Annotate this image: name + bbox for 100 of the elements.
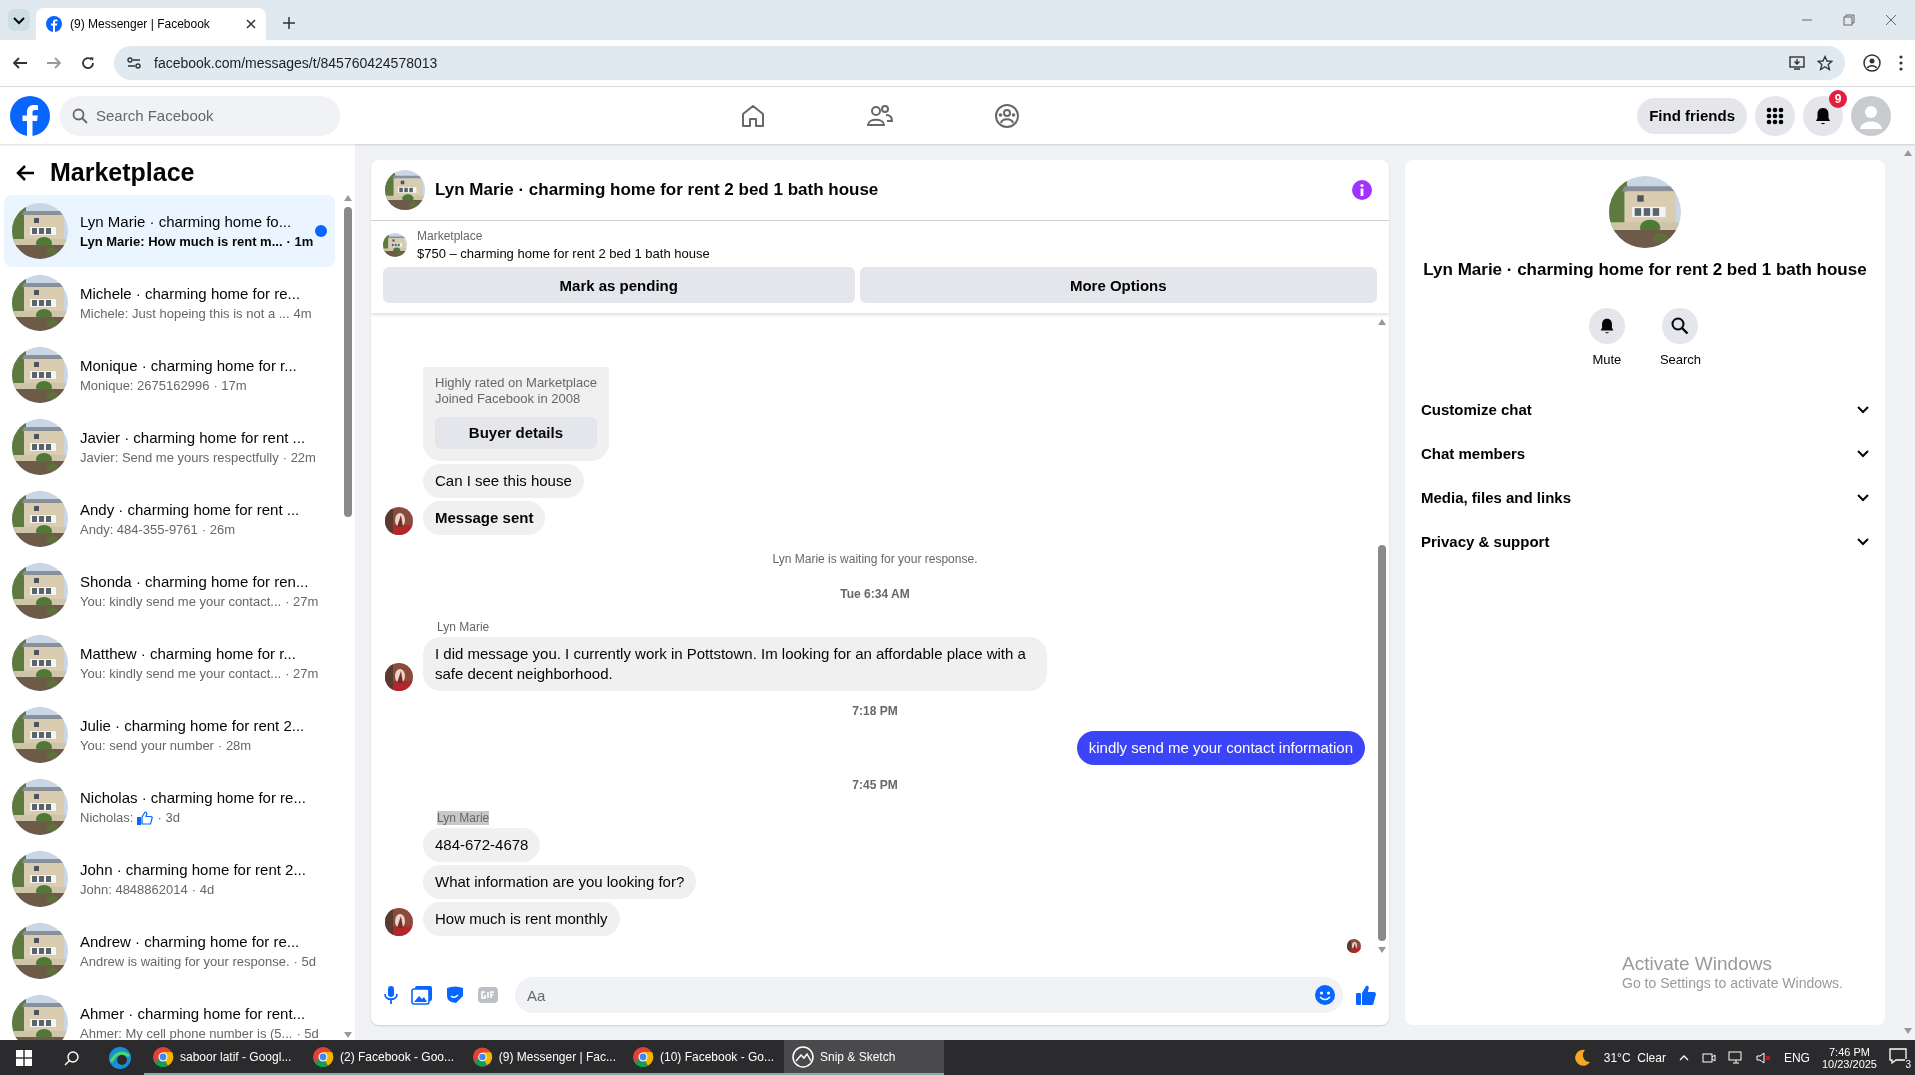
scroll-up-icon[interactable] bbox=[344, 195, 352, 201]
close-icon[interactable] bbox=[246, 19, 256, 29]
groups-icon[interactable] bbox=[994, 102, 1020, 129]
find-friends-button[interactable]: Find friends bbox=[1637, 97, 1747, 134]
notification-badge: 9 bbox=[1829, 89, 1847, 108]
meet-icon[interactable] bbox=[1701, 1050, 1716, 1065]
conversation-name: Lyn Marie · charming home for rent 2 bed 1 bath house bbox=[1423, 260, 1867, 280]
message-preview: You: kindly send me your contact... bbox=[80, 594, 282, 609]
listing-title[interactable]: $750 – charming home for rent 2 bed 1 bath house bbox=[417, 246, 710, 261]
buyer-details-button[interactable]: Buyer details bbox=[435, 417, 597, 449]
taskbar-app[interactable]: (10) Facebook - Go... bbox=[624, 1040, 784, 1075]
activation-title: Activate Windows bbox=[1622, 953, 1773, 975]
conversation-title: Andrew · charming home for re... bbox=[80, 933, 301, 950]
message-time: · 22m bbox=[282, 450, 316, 465]
grid-icon bbox=[1766, 106, 1784, 125]
back-icon[interactable] bbox=[12, 55, 28, 71]
conversation-title: Shonda · charming home for ren... bbox=[80, 573, 310, 590]
details-section[interactable]: Chat members bbox=[1419, 431, 1871, 475]
restore-icon[interactable] bbox=[1843, 14, 1855, 26]
chrome-icon bbox=[472, 1045, 493, 1068]
chrome-icon bbox=[152, 1045, 174, 1068]
listing-action-button[interactable]: More Options bbox=[859, 267, 1377, 303]
new-tab-icon[interactable] bbox=[282, 16, 296, 30]
timestamp: 7:18 PM bbox=[851, 704, 899, 718]
conversation-item[interactable]: Javier · charming home for rent ... Javier: Send me yours respectfully · 22m bbox=[4, 411, 335, 483]
network-icon[interactable] bbox=[1727, 1050, 1744, 1065]
forward-icon[interactable] bbox=[46, 55, 62, 71]
conversation-item[interactable]: John · charming home for rent 2... John: 4848862014 · 4d bbox=[4, 843, 335, 915]
listing-action-button[interactable]: Mark as pending bbox=[383, 267, 855, 303]
back-icon[interactable] bbox=[16, 162, 36, 183]
install-app-icon[interactable] bbox=[1789, 55, 1805, 71]
menu-button[interactable] bbox=[1755, 95, 1795, 136]
message-preview: Andrew is waiting for your response. bbox=[80, 954, 290, 969]
taskbar-app[interactable]: (2) Facebook - Goo... bbox=[304, 1040, 464, 1075]
scroll-down-icon[interactable] bbox=[344, 1032, 352, 1038]
scroll-up-icon[interactable] bbox=[1903, 150, 1912, 156]
clock[interactable]: 7:46 PM 10/23/2025 bbox=[1821, 1045, 1877, 1070]
conversation-item[interactable]: Monique · charming home for r... Monique: 2675162996 · 17m bbox=[4, 339, 335, 411]
message-bubble: kindly send me your contact information bbox=[1076, 731, 1365, 765]
notification-count: 3 bbox=[1905, 1059, 1911, 1070]
message-icon bbox=[1889, 1047, 1907, 1065]
conversation-item[interactable]: Michele · charming home for re... Michele: Just hopeing this is not a ... 4m bbox=[4, 267, 335, 339]
browser-icon[interactable] bbox=[108, 1045, 132, 1070]
notifications-button[interactable] bbox=[1803, 95, 1843, 136]
message-preview: You: send your number bbox=[80, 738, 214, 753]
language-indicator[interactable]: ENG bbox=[1783, 1050, 1810, 1065]
scroll-down-icon[interactable] bbox=[1378, 947, 1386, 953]
message-time: 4m bbox=[293, 306, 312, 321]
star-icon[interactable] bbox=[1817, 55, 1833, 71]
scroll-down-icon[interactable] bbox=[1903, 1028, 1912, 1034]
photo-icon[interactable] bbox=[411, 985, 433, 1005]
message-time: · 3d bbox=[157, 810, 180, 825]
site-settings-icon[interactable] bbox=[126, 55, 142, 71]
message-bubble: How much is rent monthly bbox=[423, 902, 620, 936]
emoji-icon[interactable] bbox=[1314, 984, 1336, 1006]
thumbs-up-icon[interactable] bbox=[1355, 984, 1377, 1006]
details-section[interactable]: Media, files and links bbox=[1419, 475, 1871, 519]
chrome-icon bbox=[312, 1045, 334, 1068]
conversation-item[interactable]: Andy · charming home for rent ... Andy: 484-355-9761 · 26m bbox=[4, 483, 335, 555]
details-section[interactable]: Privacy & support bbox=[1419, 519, 1871, 563]
taskbar-app[interactable]: (9) Messenger | Fac... bbox=[464, 1040, 624, 1075]
message-time: · 27m bbox=[285, 666, 319, 681]
conversation-item[interactable]: Matthew · charming home for r... You: kindly send me your contact... · 27m bbox=[4, 627, 335, 699]
taskbar-app[interactable]: saboor latif - Googl... bbox=[144, 1040, 304, 1075]
sticker-icon[interactable] bbox=[445, 985, 465, 1005]
details-section[interactable]: Customize chat bbox=[1419, 387, 1871, 431]
message-bubble: 484-672-4678 bbox=[423, 828, 541, 862]
search-icon[interactable] bbox=[64, 1049, 80, 1066]
search-field[interactable]: Search Facebook bbox=[60, 95, 340, 136]
message-input[interactable]: Aa bbox=[515, 977, 1343, 1013]
facebook-logo[interactable] bbox=[10, 95, 50, 136]
conversation-item[interactable]: Shonda · charming home for ren... You: kindly send me your contact... · 27m bbox=[4, 555, 335, 627]
conversation-title: Ahmer · charming home for rent... bbox=[80, 1005, 307, 1022]
listing-label: Marketplace bbox=[417, 229, 484, 243]
scroll-up-icon[interactable] bbox=[1378, 319, 1386, 325]
message-time: · 17m bbox=[213, 378, 247, 393]
message-bubble: I did message you. I currently work in Pottstown. Im looking for an affordable place with a safe decent neighborhood. bbox=[423, 637, 1047, 691]
info-icon[interactable] bbox=[1351, 179, 1373, 201]
scrollbar-thumb[interactable] bbox=[1378, 545, 1386, 941]
microphone-icon[interactable] bbox=[383, 985, 399, 1005]
sender-name: Lyn Marie bbox=[437, 811, 490, 825]
message-time: · 1m bbox=[286, 234, 314, 249]
profile-icon[interactable] bbox=[1863, 54, 1881, 72]
tab-list-button[interactable] bbox=[8, 9, 30, 31]
friends-icon[interactable] bbox=[866, 102, 894, 129]
conversation-item[interactable]: Nicholas · charming home for re... Nicholas: · 3d bbox=[4, 771, 335, 843]
scrollbar-thumb[interactable] bbox=[344, 207, 352, 517]
more-icon[interactable] bbox=[1899, 55, 1903, 71]
muted-speaker-icon[interactable] bbox=[1755, 1050, 1772, 1065]
conversation-item[interactable]: Julie · charming home for rent 2... You: send your number · 28m bbox=[4, 699, 335, 771]
activation-text: Go to Settings to activate Windows. bbox=[1622, 975, 1843, 991]
taskbar-app[interactable]: Snip & Sketch bbox=[784, 1040, 944, 1075]
weather-text[interactable]: 31°C Clear bbox=[1603, 1050, 1666, 1065]
conversation-item[interactable]: Andrew · charming home for re... Andrew is waiting for your response. · 5d bbox=[4, 915, 335, 987]
timestamp: Tue 6:34 AM bbox=[839, 587, 911, 601]
home-icon[interactable] bbox=[740, 102, 766, 129]
browser-tab[interactable]: (9) Messenger | Facebook bbox=[36, 8, 266, 40]
chat-title: Lyn Marie · charming home for rent 2 bed 1 bath house bbox=[435, 180, 880, 200]
reload-icon[interactable] bbox=[80, 55, 96, 71]
conversation-item[interactable]: Lyn Marie · charming home fo... Lyn Marie: How much is rent m... · 1m bbox=[4, 195, 335, 267]
